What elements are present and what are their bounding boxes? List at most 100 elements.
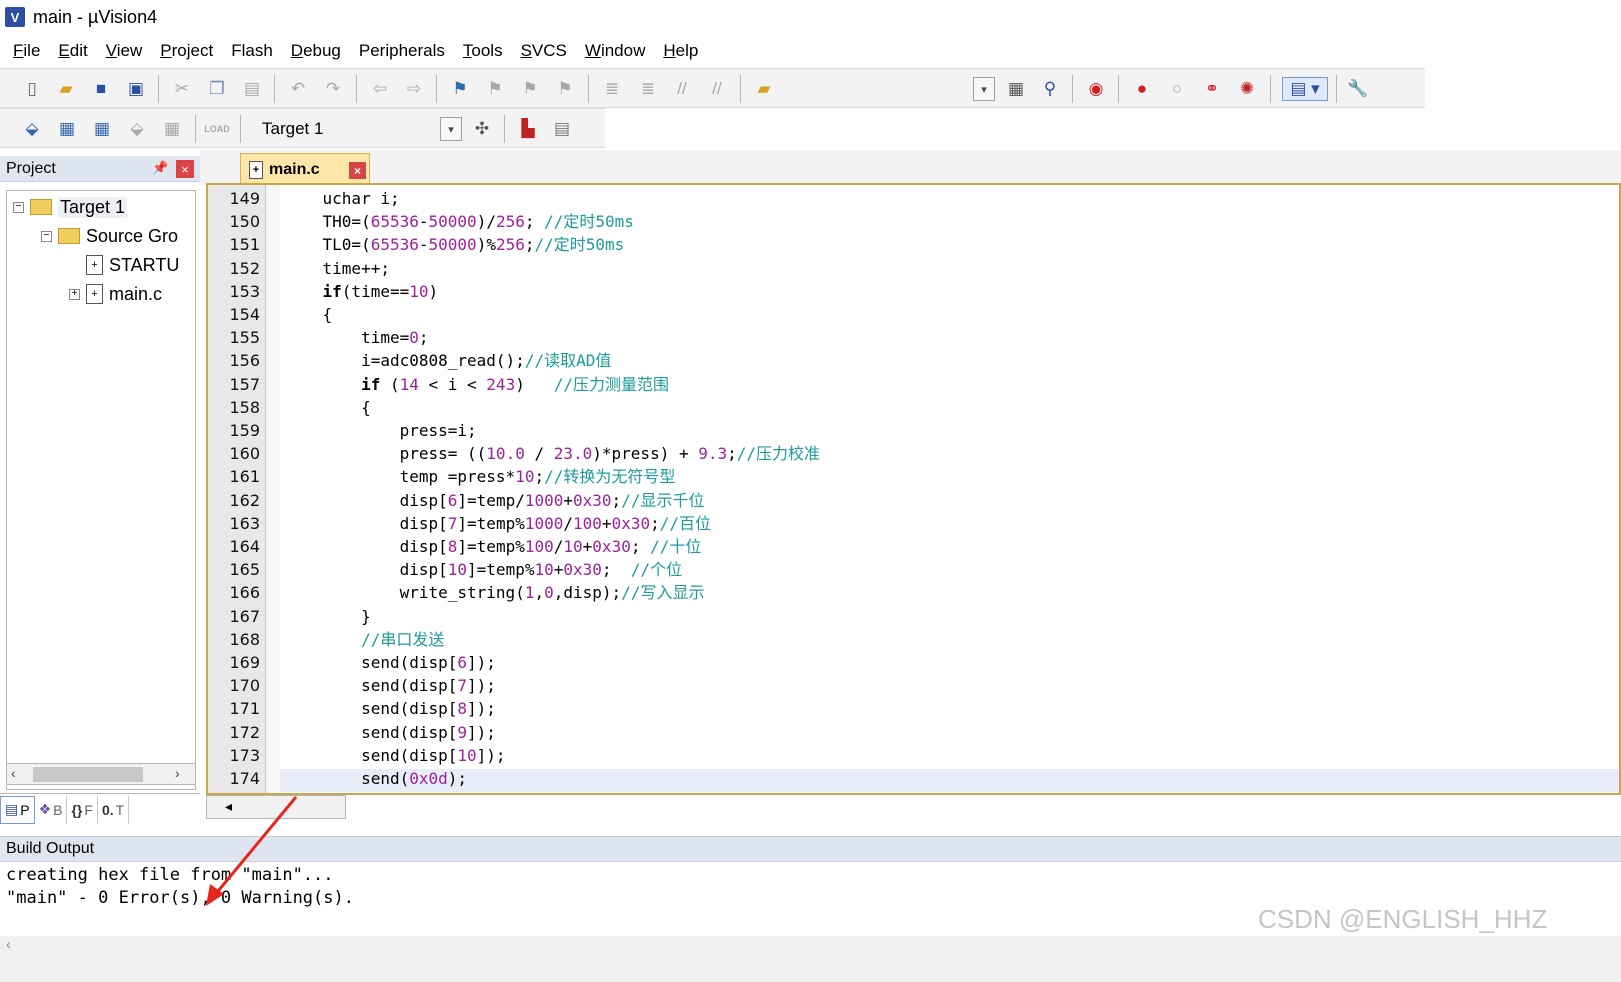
scrollbar-thumb[interactable] (33, 767, 143, 782)
code-line[interactable]: { (284, 303, 333, 326)
navigate-forward-icon[interactable]: ⇨ (402, 77, 426, 101)
menu-debug[interactable]: Debug (282, 41, 350, 61)
select-packs-icon[interactable]: ▤ (550, 117, 574, 141)
kill-breakpoints-icon[interactable]: ✺ (1235, 77, 1259, 101)
menu-tools[interactable]: Tools (454, 41, 512, 61)
undo-icon[interactable]: ↶ (286, 77, 310, 101)
menu-help[interactable]: Help (654, 41, 707, 61)
code-line[interactable]: write_string(1,0,disp);//写入显示 (284, 581, 705, 604)
code-line[interactable]: disp[6]=temp/1000+0x30;//显示千位 (284, 489, 705, 512)
menu-window[interactable]: Window (576, 41, 654, 61)
tree-item-file[interactable]: + + main.c (69, 280, 162, 308)
collapse-icon[interactable]: − (13, 201, 24, 213)
indent-icon[interactable]: ≣ (600, 77, 624, 101)
stop-build-icon[interactable]: ▦ (160, 117, 184, 141)
tree-item-folder[interactable]: − Source Gro (41, 222, 178, 250)
paste-icon[interactable]: ▤ (240, 77, 264, 101)
build-icon[interactable]: ▦ (55, 117, 79, 141)
prev-bookmark-icon[interactable]: ⚑ (483, 77, 507, 101)
disable-breakpoints-icon[interactable]: ⚭ (1200, 77, 1224, 101)
code-line[interactable]: uchar i; (284, 187, 400, 210)
scroll-left-icon[interactable]: ◂ (225, 798, 232, 815)
close-tab-icon[interactable]: × (349, 162, 366, 179)
start-debug-icon[interactable]: ◉ (1084, 77, 1108, 101)
find-dropdown-icon[interactable]: ▾ (973, 77, 995, 101)
close-panel-icon[interactable]: × (176, 160, 194, 178)
configure-icon[interactable]: 🔧 (1346, 77, 1370, 101)
translate-icon[interactable]: ⬙ (20, 117, 44, 141)
open-file-icon[interactable]: ▰ (54, 77, 78, 101)
code-line[interactable]: send(disp[10]); (284, 744, 506, 767)
menu-file[interactable]: File (4, 41, 49, 61)
clear-bookmarks-icon[interactable]: ⚑ (553, 77, 577, 101)
code-line[interactable]: send(disp[8]); (284, 697, 496, 720)
target-dropdown-icon[interactable]: ▾ (440, 117, 462, 141)
code-line[interactable]: send(disp[7]); (284, 674, 496, 697)
code-line[interactable]: disp[7]=temp%1000/100+0x30;//百位 (284, 512, 711, 535)
manage-components-icon[interactable]: ▙ (516, 117, 540, 141)
code-line[interactable]: if(time==10) (284, 280, 439, 303)
next-bookmark-icon[interactable]: ⚑ (518, 77, 542, 101)
code-line[interactable]: press=i; (284, 419, 477, 442)
code-line[interactable]: send(disp[9]); (284, 721, 496, 744)
save-icon[interactable]: ■ (89, 77, 113, 101)
bookmark-icon[interactable]: ⚑ (448, 77, 472, 101)
menu-peripherals[interactable]: Peripherals (350, 41, 454, 61)
code-line[interactable]: send(0x0d); (284, 767, 467, 790)
code-line[interactable]: time=0; (284, 326, 428, 349)
code-line[interactable]: TH0=(65536-50000)/256; //定时50ms (284, 210, 634, 233)
code-line[interactable]: { (284, 396, 371, 419)
tree-item-target[interactable]: − Target 1 (13, 193, 128, 221)
new-file-icon[interactable]: ▯ (20, 77, 44, 101)
save-all-icon[interactable]: ▣ (124, 77, 148, 101)
navigate-back-icon[interactable]: ⇦ (368, 77, 392, 101)
uncomment-icon[interactable]: // (705, 77, 729, 101)
code-line[interactable]: temp =press*10;//转换为无符号型 (284, 465, 676, 488)
menu-edit[interactable]: Edit (49, 41, 96, 61)
cut-icon[interactable]: ✂ (170, 77, 194, 101)
menu-svcs[interactable]: SVCS (512, 41, 576, 61)
redo-icon[interactable]: ↷ (321, 77, 345, 101)
download-icon[interactable]: LOAD (204, 117, 230, 141)
tree-item-file[interactable]: + STARTU (69, 251, 179, 279)
tab-books[interactable]: ❖ B (35, 795, 68, 824)
rebuild-icon[interactable]: ▦ (90, 117, 114, 141)
build-output-scrollbar[interactable]: ‹ (0, 936, 1621, 982)
enable-breakpoint-icon[interactable]: ○ (1165, 77, 1189, 101)
code-line[interactable]: disp[10]=temp%10+0x30; //个位 (284, 558, 683, 581)
scroll-right-icon[interactable]: › (175, 765, 180, 781)
code-line[interactable]: time++; (284, 257, 390, 280)
tab-project[interactable]: ▤ P (0, 795, 35, 824)
menu-view[interactable]: View (97, 41, 152, 61)
batch-build-icon[interactable]: ⬙ (125, 117, 149, 141)
code-line[interactable]: TL0=(65536-50000)%256;//定时50ms (284, 233, 625, 256)
code-line[interactable]: if (14 < i < 243) //压力测量范围 (284, 373, 669, 396)
code-line[interactable]: send(disp[6]); (284, 651, 496, 674)
comment-icon[interactable]: // (670, 77, 694, 101)
find-icon[interactable]: ▦ (1004, 77, 1028, 101)
tab-templates[interactable]: 0. T (98, 795, 130, 824)
insert-breakpoint-icon[interactable]: ● (1130, 77, 1154, 101)
target-select[interactable]: Target 1 (262, 119, 323, 139)
tree-horizontal-scrollbar[interactable]: ‹ › (6, 763, 196, 785)
code-line[interactable]: i=adc0808_read();//读取AD值 (284, 349, 611, 372)
collapse-icon[interactable]: − (41, 230, 52, 242)
unindent-icon[interactable]: ≣ (636, 77, 660, 101)
menu-project[interactable]: Project (151, 41, 222, 61)
target-options-icon[interactable]: ✣ (470, 117, 494, 141)
editor-horizontal-scrollbar[interactable]: ◂ (206, 795, 346, 819)
expand-icon[interactable]: + (69, 288, 80, 300)
code-editor[interactable]: 149 150 151 152 153 154 155 156 157 158 159 160 161 1… (206, 183, 1621, 795)
code-line[interactable]: //串口发送 (284, 628, 444, 651)
code-line[interactable]: disp[8]=temp%100/10+0x30; //十位 (284, 535, 702, 558)
code-line[interactable]: press= ((10.0 / 23.0)*press) + 9.3;//压力校… (284, 442, 820, 465)
pin-icon[interactable]: 📌 (152, 160, 168, 176)
copy-icon[interactable]: ❐ (205, 77, 229, 101)
code-line[interactable]: } (284, 605, 371, 628)
tab-functions[interactable]: {} F (67, 795, 98, 824)
find-in-files-icon[interactable]: ▰ (752, 77, 776, 101)
tab-main-c[interactable]: + main.c × (240, 153, 370, 185)
menu-flash[interactable]: Flash (222, 41, 282, 61)
incremental-find-icon[interactable]: ⚲ (1038, 77, 1062, 101)
window-layout-icon[interactable]: ▤ ▾ (1282, 77, 1328, 101)
